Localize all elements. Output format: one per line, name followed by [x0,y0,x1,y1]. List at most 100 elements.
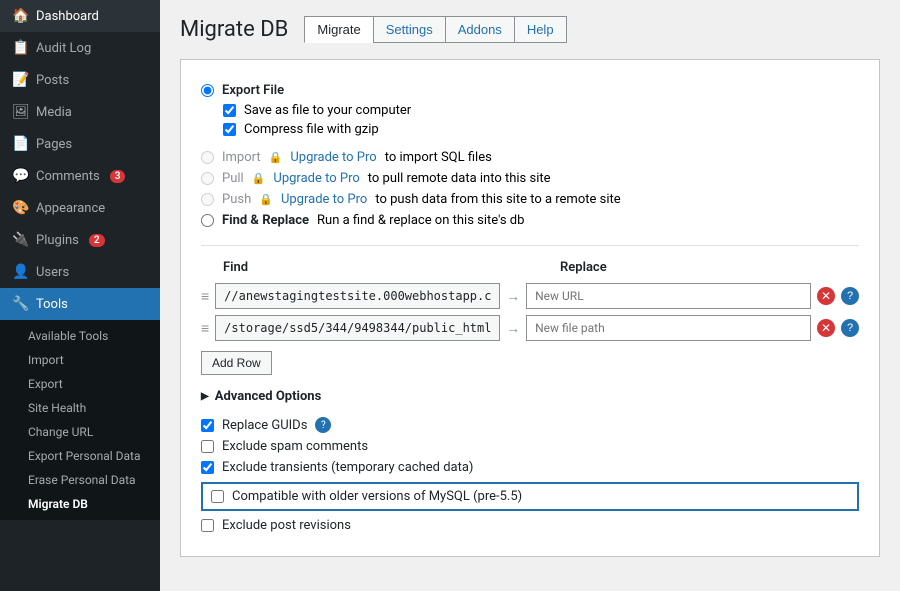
replace-input-1[interactable] [526,283,811,309]
push-radio[interactable] [201,193,214,206]
tab-addons[interactable]: Addons [445,16,514,43]
sidebar-item-appearance[interactable]: 🎨 Appearance [0,192,160,224]
sidebar-label-pages: Pages [36,137,72,152]
push-lock-icon: 🔒 [259,193,273,206]
submenu-label-change-url: Change URL [28,425,93,439]
sidebar-item-comments[interactable]: 💬Comments3 [0,160,160,192]
audit-log-icon: 📋 [12,40,28,56]
sidebar-label-comments: Comments [36,169,100,184]
find-replace-row-2: ≡ → ✕ ? [201,315,859,341]
sidebar-submenu-export-personal-data[interactable]: Export Personal Data [0,444,160,468]
find-input-1[interactable] [215,283,500,309]
export-file-radio[interactable] [201,84,214,97]
sidebar-item-audit-log[interactable]: 📋 Audit Log [0,32,160,64]
sidebar-submenu-export[interactable]: Export [0,372,160,396]
find-replace-header: Find Replace [201,260,859,275]
plugins-icon: 🔌 [12,232,28,248]
compress-gzip-option: Compress file with gzip [223,120,859,139]
sidebar-label-audit-log: Audit Log [36,41,91,56]
compress-gzip-label: Compress file with gzip [244,122,379,137]
find-replace-section: Find Replace ≡ → ✕ ? ≡ → ✕ ? [201,260,859,375]
pull-radio[interactable] [201,172,214,185]
submenu-label-erase-personal-data: Erase Personal Data [28,473,136,487]
sidebar-submenu-migrate-db[interactable]: Migrate DB [0,492,160,516]
sidebar-item-media[interactable]: 🖼Media [0,96,160,128]
import-label: Import [222,150,261,165]
save-as-file-label: Save as file to your computer [244,103,411,118]
sidebar-submenu-available-tools[interactable]: Available Tools [0,324,160,348]
drag-handle-2[interactable]: ≡ [201,320,209,337]
export-file-option[interactable]: Export File [201,80,859,101]
sidebar-item-tools[interactable]: 🔧Tools [0,288,160,320]
submenu-label-migrate-db: Migrate DB [28,497,88,511]
find-column-label: Find [223,260,500,275]
main-content: Migrate DB MigrateSettingsAddonsHelp Exp… [160,0,900,591]
sidebar-label-appearance: Appearance [36,201,105,216]
clear-row-2-button[interactable]: ✕ [817,319,835,337]
help-row-2-button[interactable]: ? [841,319,859,337]
dashboard-icon: 🏠 [12,8,28,24]
sidebar-item-users[interactable]: 👤Users [0,256,160,288]
adv-option-exclude-post-revisions: Exclude post revisions [201,515,859,536]
page-title: Migrate DB [180,17,288,42]
submenu-label-export: Export [28,377,63,391]
exclude-spam-checkbox[interactable] [201,440,214,453]
import-option[interactable]: Import 🔒 Upgrade to Pro to import SQL fi… [201,147,859,168]
page-header: Migrate DB MigrateSettingsAddonsHelp [180,16,880,43]
find-replace-option[interactable]: Find & Replace Run a find & replace on t… [201,210,859,231]
pull-label: Pull [222,171,244,186]
appearance-icon: 🎨 [12,200,28,216]
import-radio[interactable] [201,151,214,164]
save-as-file-checkbox[interactable] [223,104,236,117]
advanced-options-toggle[interactable]: ▶ Advanced Options [201,389,859,404]
arrow-icon-2: → [506,320,520,337]
sidebar-item-posts[interactable]: 📝Posts [0,64,160,96]
exclude-transients-checkbox[interactable] [201,461,214,474]
sidebar-submenu-change-url[interactable]: Change URL [0,420,160,444]
replace-guids-help-icon[interactable]: ? [315,417,331,433]
submenu-label-available-tools: Available Tools [28,329,108,343]
tab-settings[interactable]: Settings [373,16,445,43]
comments-badge: 3 [110,170,126,183]
media-icon: 🖼 [12,104,28,120]
posts-icon: 📝 [12,72,28,88]
push-suffix: to push data from this site to a remote … [375,192,620,207]
replace-guids-checkbox[interactable] [201,419,214,432]
sidebar-label-users: Users [36,265,69,280]
adv-option-replace-guids: Replace GUIDs ? [201,414,859,436]
find-replace-row-1: ≡ → ✕ ? [201,283,859,309]
tab-help[interactable]: Help [514,16,567,43]
adv-option-exclude-transients: Exclude transients (temporary cached dat… [201,457,859,478]
find-replace-suffix: Run a find & replace on this site's db [317,213,524,228]
compatible-mysql-label: Compatible with older versions of MySQL … [232,489,522,504]
replace-column-label: Replace [560,260,859,275]
sidebar-item-plugins[interactable]: 🔌Plugins2 [0,224,160,256]
sidebar-submenu-site-health[interactable]: Site Health [0,396,160,420]
submenu-label-site-health: Site Health [28,401,86,415]
sidebar-item-pages[interactable]: 📄 Pages [0,128,160,160]
compatible-mysql-checkbox[interactable] [211,490,224,503]
replace-input-2[interactable] [526,315,811,341]
push-upgrade-link[interactable]: Upgrade to Pro [281,192,367,207]
help-row-1-button[interactable]: ? [841,287,859,305]
advanced-options-label: Advanced Options [215,389,322,404]
tools-icon: 🔧 [12,296,28,312]
compress-gzip-checkbox[interactable] [223,123,236,136]
find-replace-radio[interactable] [201,214,214,227]
pull-option[interactable]: Pull 🔒 Upgrade to Pro to pull remote dat… [201,168,859,189]
drag-handle-1[interactable]: ≡ [201,288,209,305]
exclude-post-revisions-checkbox[interactable] [201,519,214,532]
clear-row-1-button[interactable]: ✕ [817,287,835,305]
exclude-post-revisions-label: Exclude post revisions [222,518,351,533]
tab-migrate[interactable]: Migrate [304,16,372,43]
find-input-2[interactable] [215,315,500,341]
pages-icon: 📄 [12,136,28,152]
sidebar-submenu-erase-personal-data[interactable]: Erase Personal Data [0,468,160,492]
import-upgrade-link[interactable]: Upgrade to Pro [290,150,376,165]
add-row-button[interactable]: Add Row [201,351,272,375]
sidebar-item-dashboard[interactable]: 🏠Dashboard [0,0,160,32]
sidebar-label-plugins: Plugins [36,233,79,248]
sidebar-submenu-import[interactable]: Import [0,348,160,372]
push-option[interactable]: Push 🔒 Upgrade to Pro to push data from … [201,189,859,210]
pull-upgrade-link[interactable]: Upgrade to Pro [273,171,359,186]
